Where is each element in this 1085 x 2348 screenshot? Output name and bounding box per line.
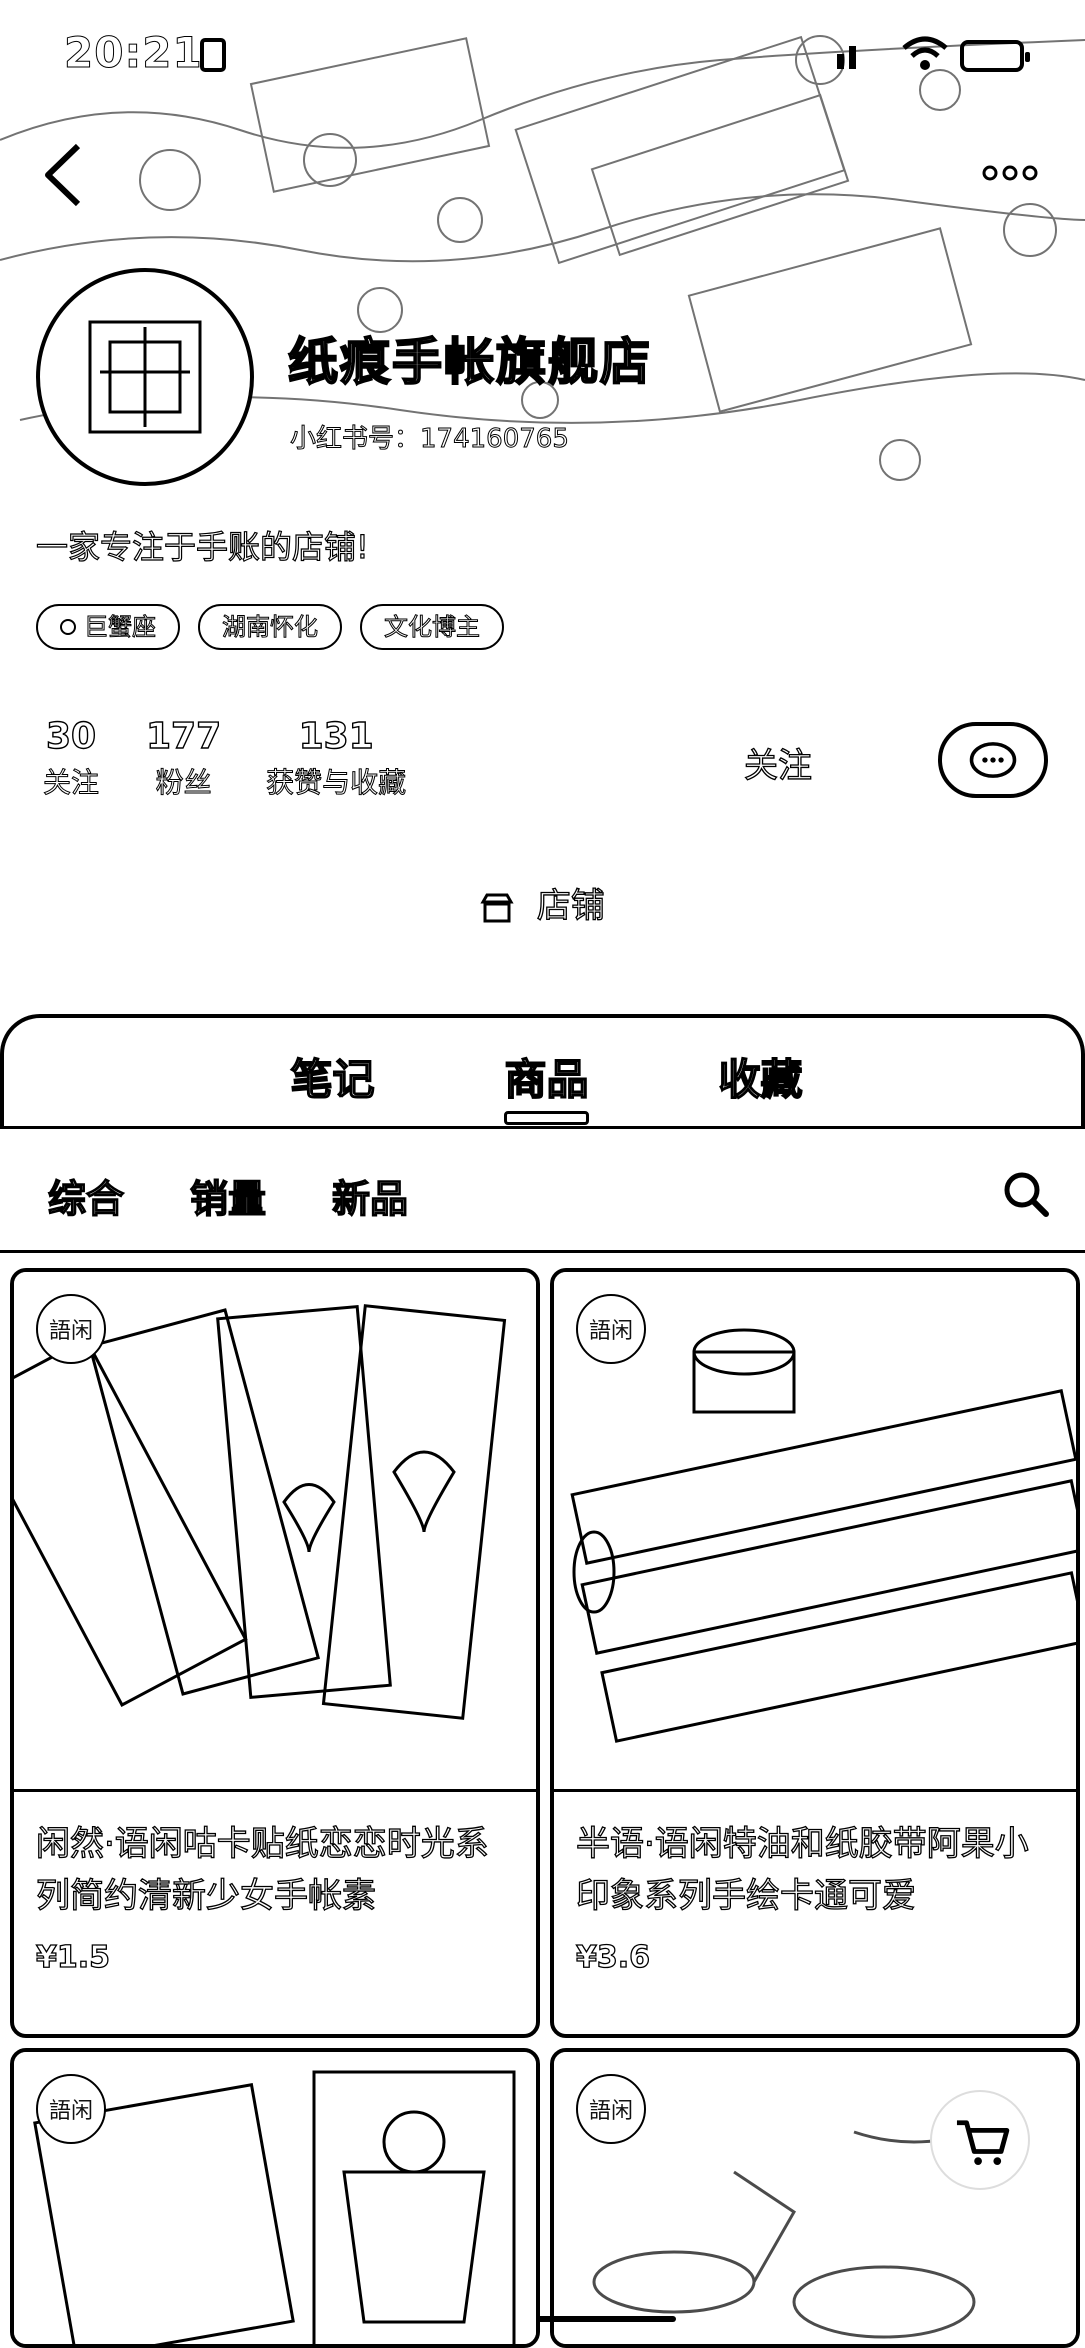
tab-notes[interactable]: 笔记 bbox=[290, 1046, 376, 1107]
store-icon bbox=[480, 893, 514, 922]
product-price: ¥3.6 bbox=[575, 1939, 651, 1975]
zodiac-icon bbox=[60, 619, 76, 635]
avatar-logo-icon bbox=[88, 320, 202, 434]
profile-stats: 30 关注 177 粉丝 131 获赞与收藏 bbox=[36, 715, 411, 801]
stat-followers[interactable]: 177 粉丝 bbox=[145, 715, 222, 801]
product-title: 闲然·语闲咕卡贴纸恋恋时光系列简约清新少女手帐素 bbox=[35, 1823, 489, 1916]
shop-name: 纸痕手帐旗舰店 bbox=[287, 332, 652, 392]
product-image: 語闲 bbox=[554, 1272, 1076, 1792]
shop-link-label: 店铺 bbox=[536, 885, 605, 926]
shopping-cart-button[interactable] bbox=[930, 2090, 1030, 2190]
divider bbox=[0, 1250, 1085, 1253]
product-grid: 語闲 闲然·语闲咕卡贴纸恋恋时光系列简约清新少女手帐素 ¥1.5 語闲 半语·语… bbox=[10, 1268, 1080, 2348]
tag-label: 巨蟹座 bbox=[84, 613, 157, 642]
stat-label: 粉丝 bbox=[155, 766, 212, 800]
home-indicator[interactable] bbox=[536, 2316, 676, 2322]
follow-button[interactable]: 关注 bbox=[743, 738, 812, 787]
product-image: 語闲 bbox=[14, 2052, 536, 2344]
back-button[interactable] bbox=[38, 140, 88, 210]
shop-link[interactable]: 店铺 bbox=[0, 878, 1085, 927]
stat-following[interactable]: 30 关注 bbox=[36, 715, 106, 801]
filter-comprehensive[interactable]: 综合 bbox=[47, 1168, 124, 1223]
brand-logo-icon: 語闲 bbox=[36, 1294, 106, 1364]
tab-collections[interactable]: 收藏 bbox=[718, 1046, 804, 1107]
shop-avatar[interactable] bbox=[36, 268, 254, 486]
product-title: 半语·语闲特油和纸胶带阿果小印象系列手绘卡通可爱 bbox=[575, 1823, 1029, 1916]
more-options-icon[interactable] bbox=[980, 158, 1040, 188]
brand-logo-icon: 語闲 bbox=[576, 1294, 646, 1364]
stat-value: 30 bbox=[45, 715, 97, 757]
tag-label: 文化博主 bbox=[384, 613, 481, 642]
wifi-icon bbox=[902, 36, 948, 70]
content-tabs: 笔记 商品 收藏 bbox=[0, 1014, 1085, 1126]
tag-label: 湖南怀化 bbox=[222, 613, 319, 642]
brand-logo-icon: 語闲 bbox=[36, 2074, 106, 2144]
stat-likes[interactable]: 131 获赞与收藏 bbox=[261, 715, 411, 801]
signal-icon bbox=[837, 46, 856, 69]
product-card[interactable]: 語闲 半语·语闲特油和纸胶带阿果小印象系列手绘卡通可爱 ¥3.6 bbox=[550, 1268, 1080, 2038]
tab-products[interactable]: 商品 bbox=[504, 1046, 589, 1125]
stat-label: 关注 bbox=[42, 766, 99, 800]
search-icon[interactable] bbox=[1000, 1168, 1052, 1220]
filter-sales[interactable]: 销量 bbox=[189, 1168, 266, 1223]
status-time: 20:21 bbox=[64, 28, 203, 78]
profile-header: 20:21 纸痕手帐旗舰店 小红书号：174160765 一家专注于手账的店铺! bbox=[0, 0, 1085, 1010]
tag-category: 文化博主 bbox=[360, 604, 504, 650]
profile-tags: 巨蟹座 湖南怀化 文化博主 bbox=[36, 604, 504, 650]
tag-zodiac: 巨蟹座 bbox=[36, 604, 180, 650]
product-card[interactable]: 語闲 闲然·语闲咕卡贴纸恋恋时光系列简约清新少女手帐素 ¥1.5 bbox=[10, 1268, 540, 2038]
sim-card-icon bbox=[200, 38, 226, 72]
product-card[interactable]: 語闲 bbox=[10, 2048, 540, 2348]
product-price: ¥1.5 bbox=[35, 1939, 111, 1975]
message-button[interactable] bbox=[938, 722, 1048, 798]
product-card[interactable]: 語闲 bbox=[550, 2048, 1080, 2348]
product-image: 語闲 bbox=[14, 1272, 536, 1792]
shop-bio: 一家专注于手账的店铺! bbox=[35, 527, 369, 566]
stat-value: 131 bbox=[298, 715, 375, 757]
brand-logo-icon: 語闲 bbox=[576, 2074, 646, 2144]
filter-new[interactable]: 新品 bbox=[331, 1168, 408, 1223]
filter-bar: 综合 销量 新品 bbox=[0, 1140, 1085, 1248]
divider bbox=[0, 1126, 1085, 1129]
battery-icon bbox=[960, 40, 1030, 72]
tag-location: 湖南怀化 bbox=[198, 604, 342, 650]
status-bar: 20:21 bbox=[0, 28, 1085, 88]
stat-label: 获赞与收藏 bbox=[266, 766, 407, 800]
red-id[interactable]: 小红书号：174160765 bbox=[290, 418, 570, 455]
stat-value: 177 bbox=[145, 715, 222, 757]
